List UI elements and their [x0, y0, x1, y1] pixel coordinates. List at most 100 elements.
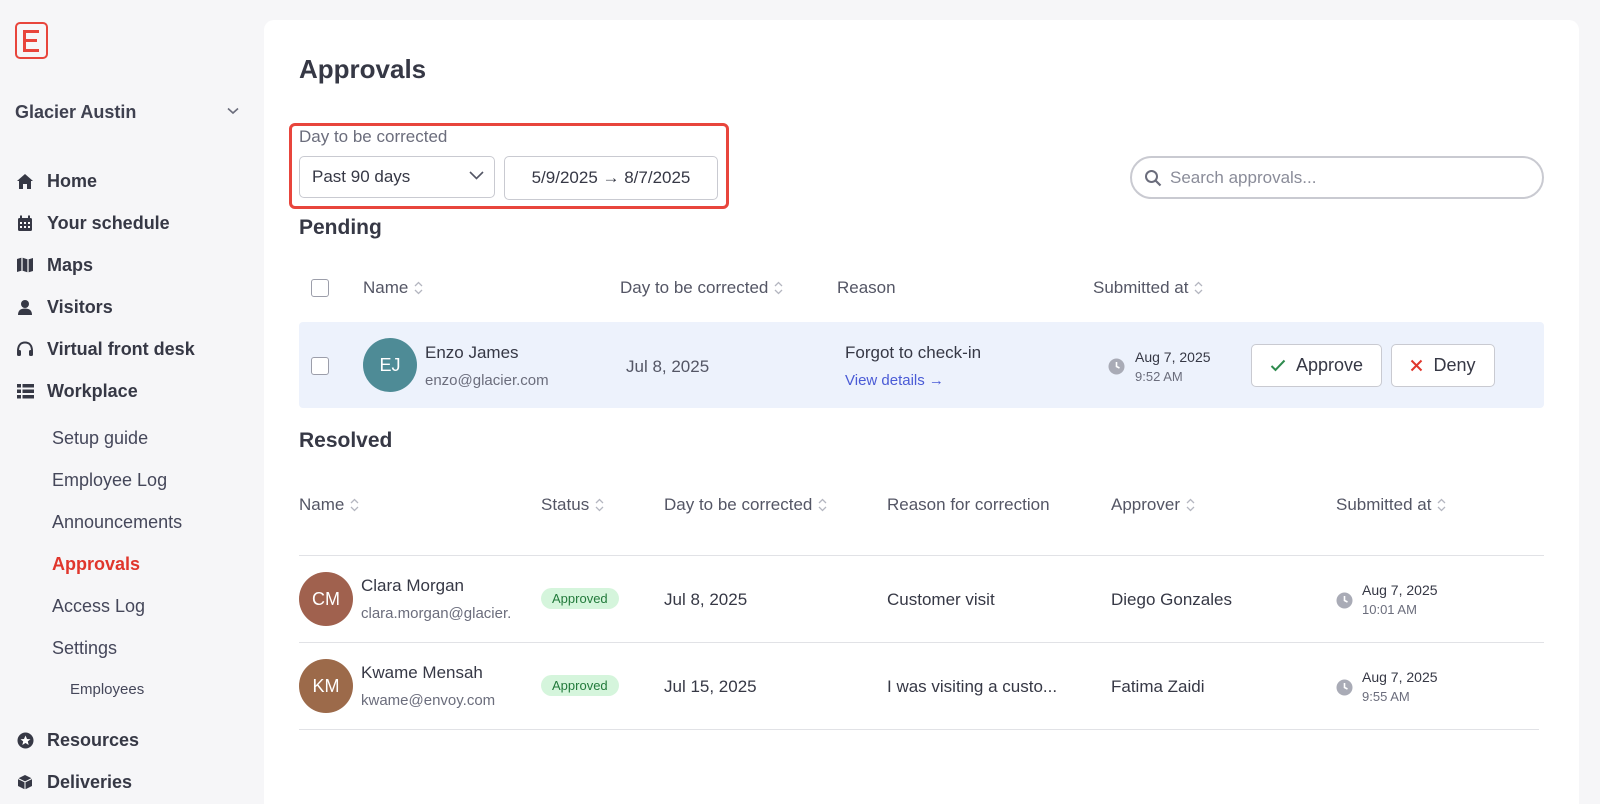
resolved-header-name[interactable]: Name: [299, 495, 359, 515]
approver-name: Fatima Zaidi: [1111, 677, 1205, 696]
avatar: EJ: [363, 338, 417, 392]
nav-employee-log[interactable]: Employee Log: [52, 470, 167, 491]
pending-section-title: Pending: [299, 216, 382, 239]
nav-your-schedule[interactable]: Your schedule: [15, 209, 170, 237]
nav-deliveries[interactable]: Deliveries: [15, 768, 132, 796]
deny-button-label: Deny: [1433, 355, 1476, 375]
status-badge: Approved: [541, 675, 619, 696]
nav-employees[interactable]: Employees: [70, 681, 144, 698]
status-badge: Approved: [541, 588, 619, 609]
envoy-logo-icon[interactable]: [15, 22, 48, 59]
avatar: CM: [299, 572, 353, 626]
nav-virtual-front-desk[interactable]: Virtual front desk: [15, 335, 195, 363]
header-label: Submitted at: [1093, 278, 1189, 297]
nav-settings[interactable]: Settings: [52, 638, 117, 659]
pending-header-submitted[interactable]: Submitted at: [1093, 278, 1203, 298]
nav-maps[interactable]: Maps: [15, 251, 93, 279]
nav-workplace-label: Workplace: [47, 380, 138, 401]
nav-visitors[interactable]: Visitors: [15, 293, 113, 321]
clock-icon: [1108, 358, 1125, 375]
resolved-header-status[interactable]: Status: [541, 495, 604, 515]
submitted-date: Aug 7, 2025: [1362, 669, 1438, 685]
home-icon: [15, 171, 35, 191]
filter-label: Day to be corrected: [299, 127, 448, 146]
requester-email: clara.morgan@glacier.: [361, 605, 512, 622]
package-icon: [15, 772, 35, 792]
reason-text: I was visiting a custo...: [887, 677, 1058, 696]
header-label: Name: [299, 495, 345, 514]
requester-name: Clara Morgan: [361, 576, 464, 595]
day-to-correct: Jul 8, 2025: [664, 590, 748, 609]
header-label: Approver: [1111, 495, 1180, 514]
chevron-down-icon: [227, 107, 239, 115]
header-label: Status: [541, 495, 590, 514]
nav-home[interactable]: Home: [15, 167, 97, 195]
requester-name: Enzo James: [425, 343, 519, 362]
row-checkbox[interactable]: [311, 357, 329, 375]
search-icon: [1145, 169, 1162, 186]
approver-name: Diego Gonzales: [1111, 590, 1232, 609]
resolved-header-day[interactable]: Day to be corrected: [664, 495, 827, 515]
pending-header-name[interactable]: Name: [363, 278, 423, 298]
location-switcher[interactable]: Glacier Austin: [15, 102, 245, 124]
sort-icon: [350, 498, 359, 512]
chevron-down-icon: [469, 171, 484, 180]
requester-name: Kwame Mensah: [361, 663, 483, 682]
reason-text: Customer visit: [887, 590, 995, 609]
nav-deliveries-label: Deliveries: [47, 771, 133, 792]
date-range-select[interactable]: Past 90 days: [299, 156, 495, 198]
sort-icon: [774, 281, 783, 295]
row-divider: [299, 642, 1544, 643]
submitted-time: 10:01 AM: [1362, 602, 1417, 617]
header-label: Name: [363, 278, 409, 297]
nav-approvals[interactable]: Approvals: [52, 554, 140, 575]
search-box[interactable]: [1130, 156, 1544, 199]
nav-access-log[interactable]: Access Log: [52, 596, 145, 617]
day-to-correct: Jul 8, 2025: [626, 357, 710, 376]
sort-icon: [1194, 281, 1203, 295]
nav-visitors-label: Visitors: [47, 296, 113, 317]
avatar: KM: [299, 659, 353, 713]
select-all-checkbox[interactable]: [311, 279, 329, 297]
sort-icon: [595, 498, 604, 512]
approve-button-label: Approve: [1295, 355, 1364, 375]
nav-workplace[interactable]: Workplace: [15, 377, 138, 405]
pending-header-reason: Reason: [837, 278, 896, 298]
headset-icon: [15, 339, 35, 359]
resolved-section-title: Resolved: [299, 429, 393, 452]
requester-email: enzo@glacier.com: [425, 372, 549, 389]
sidebar: Glacier Austin Home Your schedule Maps V…: [0, 0, 264, 804]
page-title: Approvals: [299, 54, 427, 84]
pending-header-day[interactable]: Day to be corrected: [620, 278, 783, 298]
map-icon: [15, 255, 35, 275]
header-label: Submitted at: [1336, 495, 1432, 514]
nav-resources[interactable]: Resources: [15, 726, 139, 754]
clock-icon: [1336, 592, 1353, 609]
main-content: Approvals Day to be corrected Past 90 da…: [264, 20, 1579, 804]
location-name: Glacier Austin: [15, 102, 137, 122]
header-label: Day to be corrected: [620, 278, 769, 297]
nav-maps-label: Maps: [47, 254, 94, 275]
deny-button[interactable]: Deny: [1391, 344, 1495, 387]
check-icon: [1270, 359, 1286, 372]
nav-your-schedule-label: Your schedule: [47, 212, 170, 233]
list-icon: [15, 381, 35, 401]
view-details-link[interactable]: View details →: [845, 372, 944, 389]
reason-text: Forgot to check-in: [845, 343, 982, 362]
search-input[interactable]: [1170, 167, 1530, 188]
nav-setup-guide[interactable]: Setup guide: [52, 428, 148, 449]
submitted-time: 9:55 AM: [1362, 689, 1410, 704]
resolved-header-approver[interactable]: Approver: [1111, 495, 1195, 515]
nav-announcements[interactable]: Announcements: [52, 512, 182, 533]
approve-button[interactable]: Approve: [1251, 344, 1382, 387]
header-label: Day to be corrected: [664, 495, 813, 514]
submitted-date: Aug 7, 2025: [1362, 582, 1438, 598]
visitor-icon: [15, 297, 35, 317]
nav-virtual-front-desk-label: Virtual front desk: [47, 338, 195, 359]
resolved-header-submitted[interactable]: Submitted at: [1336, 495, 1446, 515]
close-icon: [1410, 359, 1423, 372]
submitted-date: Aug 7, 2025: [1135, 349, 1211, 365]
nav-home-label: Home: [47, 170, 98, 191]
requester-email: kwame@envoy.com: [361, 692, 496, 709]
date-range-picker[interactable]: 5/9/2025 → 8/7/2025: [504, 156, 718, 200]
